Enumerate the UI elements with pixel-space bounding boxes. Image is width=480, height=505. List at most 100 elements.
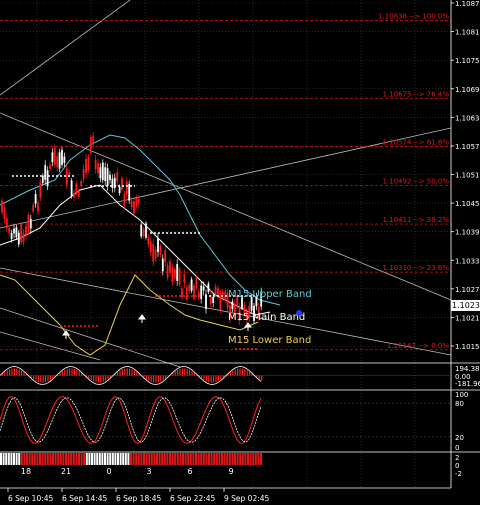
candle-body xyxy=(125,181,128,195)
price-tick-label: 1.10395 xyxy=(455,229,480,237)
price-tick-label: 1.10155 xyxy=(455,343,480,351)
stoch-main-line xyxy=(0,395,262,445)
session-bar xyxy=(187,453,190,465)
candle-body xyxy=(73,192,75,198)
session-bar xyxy=(2,453,5,465)
session-hour-label: 18 xyxy=(21,467,31,476)
session-bar xyxy=(109,453,112,465)
session-bar xyxy=(192,453,195,465)
candle-body xyxy=(22,233,25,243)
candle-body xyxy=(5,218,8,228)
session-bar xyxy=(231,453,234,465)
session-bar xyxy=(195,453,197,465)
candle-body xyxy=(99,167,102,179)
candle-body xyxy=(44,165,47,180)
session-bar xyxy=(10,453,13,465)
session-bar xyxy=(44,453,47,465)
session-bar xyxy=(150,453,153,465)
band-label-upper: M15 Upper Band xyxy=(228,289,312,300)
session-bar xyxy=(54,453,57,465)
candle-body xyxy=(51,152,54,162)
candle-body xyxy=(121,178,123,190)
session-hour-label: 21 xyxy=(61,467,71,476)
session-bar xyxy=(93,453,96,465)
session-bar xyxy=(182,453,184,465)
candle-body xyxy=(185,287,188,300)
session-bar xyxy=(145,453,148,465)
candle-body xyxy=(27,215,30,232)
session-bar xyxy=(62,453,65,465)
up-arrow-icon xyxy=(138,314,146,323)
candle-body xyxy=(49,164,51,169)
candle-body xyxy=(106,168,109,187)
mt4-chart-window: 1.10838 --> 100.0% 1.10675 --> 76.4% 1.105… xyxy=(0,0,480,505)
stoch-axis-100: 100 xyxy=(455,391,468,399)
candle-body xyxy=(171,267,174,282)
session-bar xyxy=(18,453,21,465)
session-axis-label: 0 xyxy=(455,462,459,470)
candle-body xyxy=(15,227,18,238)
session-bar xyxy=(174,453,177,465)
chart-canvas[interactable]: 1.10838 --> 100.0% 1.10675 --> 76.4% 1.105… xyxy=(0,0,480,505)
session-bar xyxy=(91,453,93,465)
session-bar xyxy=(101,453,104,465)
price-tick-label: 1.10275 xyxy=(455,286,480,294)
candle-body xyxy=(34,193,37,204)
session-bar xyxy=(148,453,151,465)
candle-body xyxy=(188,284,191,292)
candle-body xyxy=(32,204,35,212)
session-bar xyxy=(46,453,49,465)
session-bar xyxy=(23,453,26,465)
price-tick-label: 1.10875 xyxy=(455,0,480,8)
session-bar xyxy=(26,453,28,465)
candle-body xyxy=(178,268,181,285)
session-bar xyxy=(234,453,236,465)
session-bar xyxy=(49,453,52,465)
fib-level-label: 1.10838 --> 100.0% xyxy=(378,13,449,21)
session-bar xyxy=(236,453,239,465)
candle-body xyxy=(41,175,44,183)
candle-body xyxy=(164,250,167,263)
session-bar xyxy=(52,453,54,465)
candle-body xyxy=(3,207,6,219)
session-bar xyxy=(127,453,130,465)
candle-body xyxy=(152,244,155,262)
session-bar xyxy=(7,453,10,465)
candle-body xyxy=(17,232,20,245)
candle-body xyxy=(75,183,78,193)
session-bar xyxy=(124,453,127,465)
candle-body xyxy=(46,170,49,187)
candle-body xyxy=(193,285,195,299)
session-bar xyxy=(202,453,205,465)
candle-body xyxy=(202,286,205,291)
cci-axis-bottom: -181.966 xyxy=(455,380,480,388)
session-bar xyxy=(59,453,62,465)
session-bar xyxy=(122,453,125,465)
price-tick-label: 1.10755 xyxy=(455,57,480,65)
session-bar xyxy=(252,453,255,465)
session-bar xyxy=(260,453,262,465)
session-bar xyxy=(130,453,132,465)
session-bar xyxy=(114,453,117,465)
session-axis-label: -2 xyxy=(455,470,462,478)
candle-body xyxy=(169,261,171,273)
session-bar xyxy=(158,453,161,465)
time-tick-label: 6 Sep 10:45 xyxy=(8,494,54,503)
session-bar xyxy=(215,453,218,465)
candle-body xyxy=(82,168,85,179)
session-bar xyxy=(210,453,213,465)
stoch-signal-line xyxy=(0,397,262,443)
session-bar xyxy=(257,453,260,465)
fib-level-label: 1.10411 --> 38.2% xyxy=(382,216,449,224)
candle-body xyxy=(109,174,111,180)
candle-body xyxy=(166,265,169,278)
fib-level-label: 1.10147 --> 0.0% xyxy=(387,342,449,350)
price-tick-label: 1.10635 xyxy=(455,114,480,122)
candle-body xyxy=(87,157,90,171)
candle-body xyxy=(1,200,3,213)
session-bar xyxy=(39,453,41,465)
candle-body xyxy=(8,228,11,234)
session-bar xyxy=(249,453,252,465)
session-bar xyxy=(132,453,135,465)
session-hour-label: 6 xyxy=(187,467,192,476)
